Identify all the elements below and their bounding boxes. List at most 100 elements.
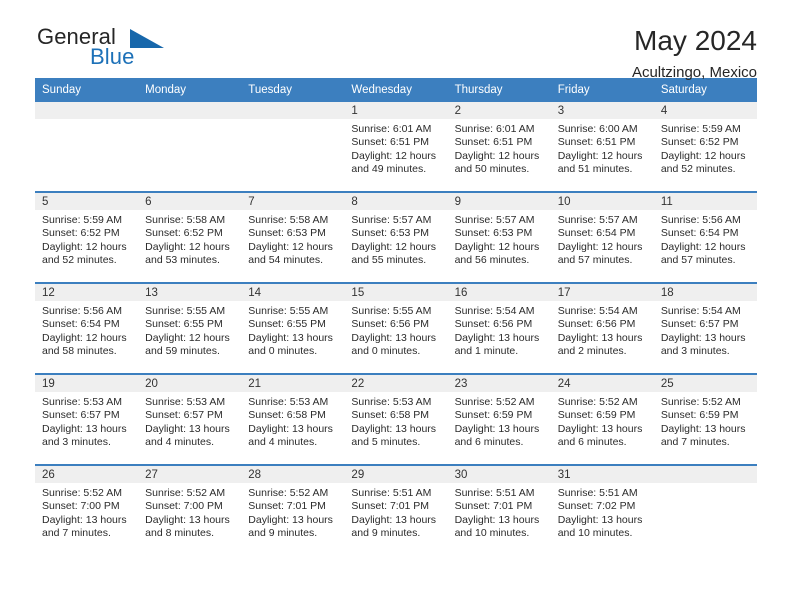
day-number: 1 (344, 102, 448, 119)
calendar-day-cell[interactable]: 1 Sunrise: 6:01 AM Sunset: 6:51 PM Daylight… (344, 102, 448, 192)
sunrise-text: Sunrise: 5:52 AM (42, 487, 122, 499)
sunrise-text: Sunrise: 5:53 AM (248, 396, 329, 408)
day-number: 15 (344, 284, 448, 301)
weekday-header-saturday: Saturday (653, 78, 757, 102)
triangle-icon (130, 29, 164, 48)
day-info: Sunrise: 5:56 AM Sunset: 6:54 PM Daylight:… (654, 210, 757, 268)
day-number: 9 (447, 193, 551, 210)
calendar-day-cell[interactable]: 24 Sunrise: 5:52 AM Sunset: 6:59 PM Dayligh… (550, 373, 654, 465)
calendar-day-cell[interactable]: 29 Sunrise: 5:51 AM Sunset: 7:01 PM Dayligh… (344, 464, 448, 555)
calendar-day-cell[interactable]: 19 Sunrise: 5:53 AM Sunset: 6:57 PM Dayligh… (35, 373, 139, 465)
calendar-body: 1 Sunrise: 6:01 AM Sunset: 6:51 PM Daylight… (35, 102, 757, 555)
day-number: 23 (447, 375, 551, 392)
day-number: 13 (138, 284, 242, 301)
sunset-text: Sunset: 6:51 PM (351, 136, 430, 149)
calendar-day-cell[interactable]: 18 Sunrise: 5:54 AM Sunset: 6:57 PM Dayligh… (653, 282, 757, 374)
calendar-day-cell[interactable]: 31 Sunrise: 5:51 AM Sunset: 7:02 PM Dayligh… (550, 464, 654, 555)
daylight-text: Daylight: 13 hours and 10 minutes. (454, 513, 540, 540)
calendar-day-cell[interactable]: 12 Sunrise: 5:56 AM Sunset: 6:54 PM Dayligh… (35, 282, 139, 374)
calendar-day-cell[interactable]: 2 Sunrise: 6:01 AM Sunset: 6:51 PM Daylight… (447, 102, 551, 192)
daylight-text: Daylight: 12 hours and 54 minutes. (248, 240, 333, 267)
calendar-day-cell[interactable]: 28 Sunrise: 5:52 AM Sunset: 7:01 PM Dayligh… (241, 464, 345, 555)
calendar-day-cell[interactable]: 4 Sunrise: 5:59 AM Sunset: 6:52 PM Daylight… (653, 102, 757, 192)
calendar-day-cell[interactable]: 14 Sunrise: 5:55 AM Sunset: 6:55 PM Dayligh… (241, 282, 345, 374)
daylight-text: Daylight: 13 hours and 4 minutes. (145, 422, 230, 449)
day-info: Sunrise: 5:56 AM Sunset: 6:54 PM Daylight:… (35, 301, 138, 359)
sunset-text: Sunset: 6:52 PM (145, 227, 223, 240)
weekday-header-wednesday: Wednesday (344, 78, 448, 102)
calendar-day-cell[interactable]: 22 Sunrise: 5:53 AM Sunset: 6:58 PM Dayligh… (344, 373, 448, 465)
daylight-text: Daylight: 13 hours and 4 minutes. (248, 422, 333, 449)
sunrise-text: Sunrise: 5:52 AM (557, 396, 638, 408)
day-info: Sunrise: 5:53 AM Sunset: 6:58 PM Daylight:… (344, 392, 447, 450)
calendar-page: General Blue May 2024 Acultzingo, Mexico… (0, 0, 792, 612)
day-info: Sunrise: 5:51 AM Sunset: 7:02 PM Daylight:… (551, 483, 654, 541)
brand-name-blue: Blue (90, 44, 135, 69)
sunset-text: Sunset: 6:58 PM (351, 409, 430, 422)
sunset-text: Sunset: 6:56 PM (454, 318, 533, 331)
calendar-cell-empty (653, 464, 757, 555)
day-number-placeholder (138, 102, 242, 119)
calendar-day-cell[interactable]: 20 Sunrise: 5:53 AM Sunset: 6:57 PM Dayligh… (138, 373, 242, 465)
calendar-day-cell[interactable]: 5 Sunrise: 5:59 AM Sunset: 6:52 PM Daylight… (35, 191, 139, 283)
calendar-day-cell[interactable]: 8 Sunrise: 5:57 AM Sunset: 6:53 PM Daylight… (344, 191, 448, 283)
brand-logo[interactable]: General Blue (35, 26, 165, 72)
sunrise-text: Sunrise: 5:54 AM (454, 305, 535, 317)
calendar-day-cell[interactable]: 25 Sunrise: 5:52 AM Sunset: 6:59 PM Dayligh… (653, 373, 757, 465)
day-number: 14 (241, 284, 345, 301)
calendar-week-row: 12 Sunrise: 5:56 AM Sunset: 6:54 PM Dayligh… (35, 282, 757, 374)
calendar-day-cell[interactable]: 13 Sunrise: 5:55 AM Sunset: 6:55 PM Dayligh… (138, 282, 242, 374)
page-title: May 2024 (634, 25, 757, 56)
day-info: Sunrise: 5:54 AM Sunset: 6:56 PM Daylight:… (448, 301, 551, 359)
sunrise-text: Sunrise: 5:56 AM (660, 214, 741, 226)
calendar-day-cell[interactable]: 16 Sunrise: 5:54 AM Sunset: 6:56 PM Dayligh… (447, 282, 551, 374)
calendar-day-cell[interactable]: 21 Sunrise: 5:53 AM Sunset: 6:58 PM Dayligh… (241, 373, 345, 465)
calendar-day-cell[interactable]: 9 Sunrise: 5:57 AM Sunset: 6:53 PM Daylight… (447, 191, 551, 283)
sunset-text: Sunset: 7:00 PM (42, 500, 120, 513)
sunrise-text: Sunrise: 5:51 AM (351, 487, 432, 499)
day-number: 12 (35, 284, 139, 301)
sunrise-text: Sunrise: 5:54 AM (557, 305, 638, 317)
sunset-text: Sunset: 7:02 PM (557, 500, 636, 513)
daylight-text: Daylight: 12 hours and 51 minutes. (557, 149, 643, 176)
daylight-text: Daylight: 13 hours and 5 minutes. (351, 422, 437, 449)
day-number: 21 (241, 375, 345, 392)
daylight-text: Daylight: 13 hours and 3 minutes. (42, 422, 127, 449)
calendar-day-cell[interactable]: 7 Sunrise: 5:58 AM Sunset: 6:53 PM Daylight… (241, 191, 345, 283)
daylight-text: Daylight: 13 hours and 0 minutes. (351, 331, 437, 358)
day-info: Sunrise: 5:55 AM Sunset: 6:56 PM Daylight:… (344, 301, 447, 359)
calendar-day-cell[interactable]: 11 Sunrise: 5:56 AM Sunset: 6:54 PM Dayligh… (653, 191, 757, 283)
calendar-day-cell[interactable]: 10 Sunrise: 5:57 AM Sunset: 6:54 PM Dayligh… (550, 191, 654, 283)
day-number: 16 (447, 284, 551, 301)
calendar-week-row: 19 Sunrise: 5:53 AM Sunset: 6:57 PM Dayligh… (35, 373, 757, 465)
calendar-day-cell[interactable]: 15 Sunrise: 5:55 AM Sunset: 6:56 PM Dayligh… (344, 282, 448, 374)
day-number: 8 (344, 193, 448, 210)
weekday-header-thursday: Thursday (447, 78, 551, 102)
calendar-header-row: Sunday Monday Tuesday Wednesday Thursday Frid… (35, 78, 757, 102)
daylight-text: Daylight: 12 hours and 57 minutes. (557, 240, 643, 267)
sunrise-text: Sunrise: 6:00 AM (557, 123, 638, 135)
sunrise-text: Sunrise: 6:01 AM (454, 123, 535, 135)
day-info: Sunrise: 5:58 AM Sunset: 6:52 PM Daylight:… (138, 210, 241, 268)
sunrise-text: Sunrise: 5:52 AM (145, 487, 226, 499)
calendar-day-cell[interactable]: 17 Sunrise: 5:54 AM Sunset: 6:56 PM Dayligh… (550, 282, 654, 374)
calendar-day-cell[interactable]: 23 Sunrise: 5:52 AM Sunset: 6:59 PM Dayligh… (447, 373, 551, 465)
sunset-text: Sunset: 7:01 PM (454, 500, 533, 513)
day-number: 17 (550, 284, 654, 301)
calendar-day-cell[interactable]: 26 Sunrise: 5:52 AM Sunset: 7:00 PM Dayligh… (35, 464, 139, 555)
calendar-day-cell[interactable]: 6 Sunrise: 5:58 AM Sunset: 6:52 PM Daylight… (138, 191, 242, 283)
day-info: Sunrise: 5:58 AM Sunset: 6:53 PM Daylight:… (241, 210, 344, 268)
sunrise-text: Sunrise: 5:51 AM (557, 487, 638, 499)
daylight-text: Daylight: 12 hours and 55 minutes. (351, 240, 437, 267)
day-info: Sunrise: 5:52 AM Sunset: 6:59 PM Daylight:… (551, 392, 654, 450)
sunset-text: Sunset: 6:52 PM (42, 227, 120, 240)
sunset-text: Sunset: 6:54 PM (557, 227, 636, 240)
day-info: Sunrise: 5:53 AM Sunset: 6:57 PM Daylight:… (35, 392, 138, 450)
day-number: 11 (653, 193, 757, 210)
calendar-day-cell[interactable]: 3 Sunrise: 6:00 AM Sunset: 6:51 PM Daylight… (550, 102, 654, 192)
day-info: Sunrise: 5:57 AM Sunset: 6:54 PM Daylight:… (551, 210, 654, 268)
calendar-day-cell[interactable]: 27 Sunrise: 5:52 AM Sunset: 7:00 PM Dayligh… (138, 464, 242, 555)
day-info: Sunrise: 5:59 AM Sunset: 6:52 PM Daylight:… (654, 119, 757, 177)
calendar-day-cell[interactable]: 30 Sunrise: 5:51 AM Sunset: 7:01 PM Dayligh… (447, 464, 551, 555)
calendar-cell-empty (35, 102, 139, 192)
